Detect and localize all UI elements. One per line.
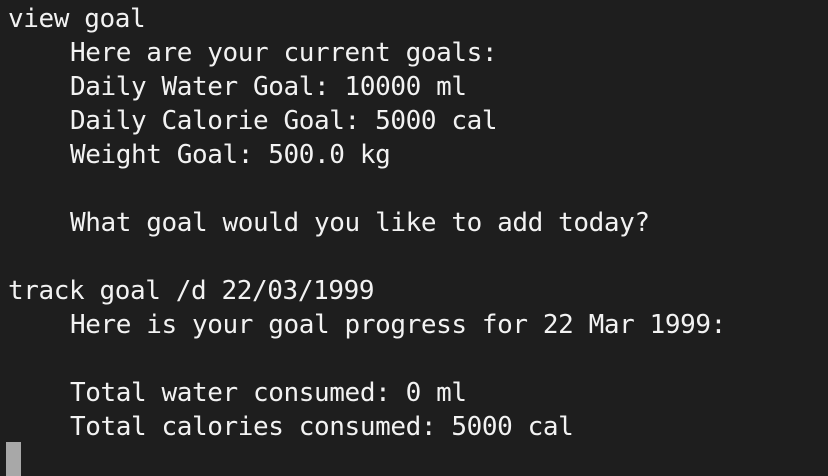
output-line: Daily Water Goal: 10000 ml: [70, 72, 467, 102]
output-line: What goal would you like to add today?: [70, 208, 650, 238]
output-line: Total water consumed: 0 ml: [70, 378, 467, 408]
output-line: Weight Goal: 500.0 kg: [70, 140, 391, 170]
output-line: Daily Calorie Goal: 5000 cal: [70, 106, 498, 136]
terminal-window[interactable]: view goal Here are your current goals: D…: [0, 0, 828, 476]
text-cursor[interactable]: [6, 442, 21, 476]
output-line: Total calories consumed: 5000 cal: [70, 412, 574, 442]
command-line: view goal: [8, 4, 146, 34]
output-line: Here is your goal progress for 22 Mar 19…: [70, 310, 726, 340]
output-line: Here are your current goals:: [70, 38, 498, 68]
command-line: track goal /d 22/03/1999: [8, 276, 375, 306]
